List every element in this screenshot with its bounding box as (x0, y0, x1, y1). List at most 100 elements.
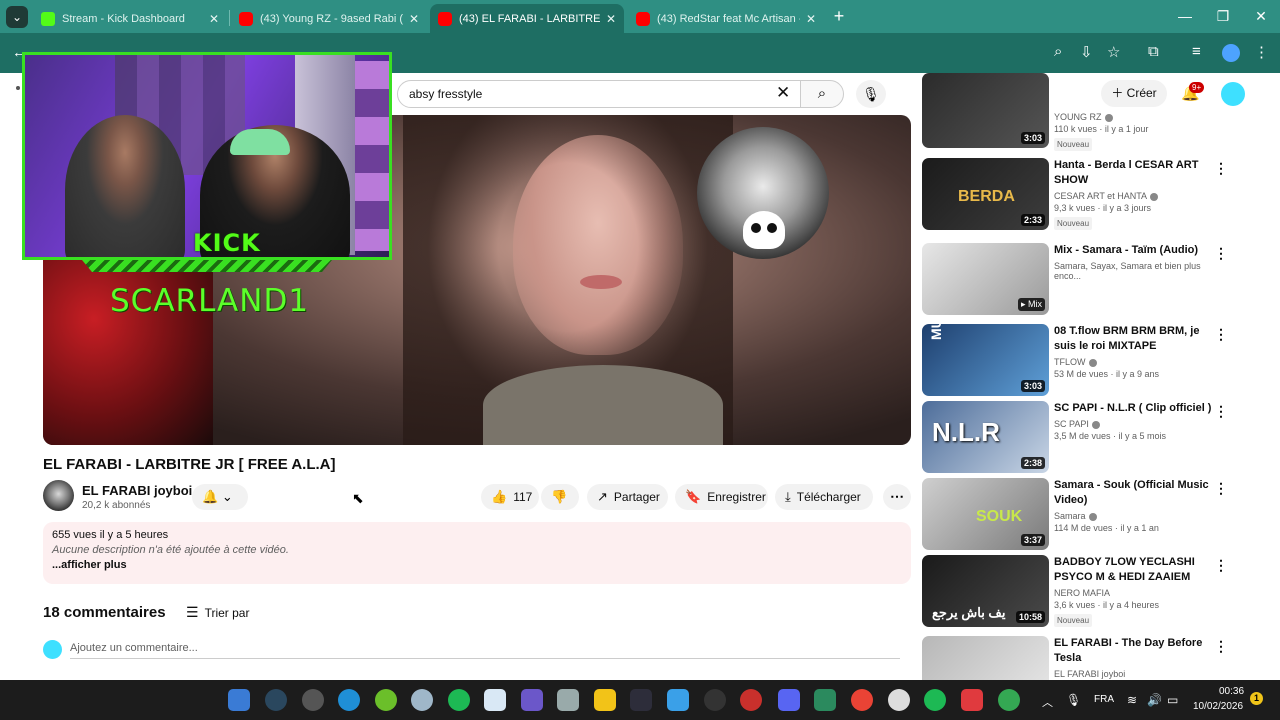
more-options-icon[interactable]: ⋮ (1214, 245, 1228, 262)
subscription-bell-button[interactable]: 🔔 ⌄ (192, 484, 248, 510)
more-options-icon[interactable]: ⋮ (1214, 160, 1228, 177)
volume-icon[interactable]: 🔊 (1147, 693, 1162, 707)
close-window-button[interactable]: ✕ (1242, 0, 1280, 33)
description-box[interactable]: 655 vues il y a 5 heures Aucune descript… (43, 522, 911, 584)
zoom-icon[interactable]: ⌕ (1054, 43, 1062, 60)
steam-icon[interactable] (265, 689, 287, 711)
maximize-button[interactable]: ❐ (1204, 0, 1242, 33)
app-red-square-icon[interactable] (961, 689, 983, 711)
browser-profile-avatar[interactable] (1222, 44, 1240, 62)
sort-comments-button[interactable]: ☰ Trier par (186, 604, 249, 621)
video-title[interactable]: Samara - Souk (Official Music Video) (1054, 478, 1214, 508)
more-actions-button[interactable]: ⋯ (883, 484, 911, 510)
menu-dot-icon[interactable] (16, 86, 20, 90)
chrome-profile-icon[interactable] (998, 689, 1020, 711)
install-app-icon[interactable]: ⇩ (1080, 43, 1093, 61)
more-options-icon[interactable]: ⋮ (1214, 480, 1228, 497)
tab-search-menu-button[interactable]: ⌄ (6, 6, 28, 28)
recommendation-item[interactable]: SOUK 3:37 Samara - Souk (Official Music … (922, 478, 1228, 550)
channel-name[interactable]: TFLOW (1054, 357, 1086, 367)
save-button[interactable]: 🔖 Enregistrer (675, 484, 768, 510)
obs-icon[interactable] (888, 689, 910, 711)
browser-tab-el-farabi[interactable]: (43) EL FARABI - LARBITRE JR [ ✕ (430, 4, 624, 33)
close-tab-icon[interactable]: ✕ (806, 12, 816, 26)
voice-search-button[interactable]: 🎙 (856, 80, 886, 108)
browser-tab-redstar[interactable]: (43) RedStar feat Mc Artisan - S ✕ (628, 4, 824, 33)
channel-name[interactable]: EL FARABI joyboi (82, 483, 192, 498)
like-button[interactable]: 👍 117 (481, 484, 539, 510)
chrome-icon[interactable] (851, 689, 873, 711)
video-thumbnail[interactable]: 3:03 (922, 73, 1049, 148)
bookmark-star-icon[interactable]: ☆ (1107, 43, 1120, 61)
channel-name[interactable]: EL FARABI joyboi (1054, 669, 1214, 679)
unreal-icon[interactable] (704, 689, 726, 711)
show-more-link[interactable]: ...afficher plus (52, 559, 902, 571)
channel-name[interactable]: Samara (1054, 511, 1086, 521)
add-comment-input[interactable]: Ajoutez un commentaire... (70, 642, 900, 659)
app-blue-icon[interactable] (667, 689, 689, 711)
spotify-icon-2[interactable] (924, 689, 946, 711)
browser-tab-young-rz[interactable]: (43) Young RZ - 9ased Rabi (Of ✕ (231, 4, 427, 33)
app-purple-icon[interactable] (521, 689, 543, 711)
recommendation-item[interactable]: 3:03 YOUNG RZ 110 k vues · il y a 1 jour… (922, 73, 1228, 151)
video-thumbnail[interactable]: N.L.R 2:38 (922, 401, 1049, 473)
recommendation-item[interactable]: ▸ Mix Mix - Samara - Taïm (Audio) Samara… (922, 243, 1228, 315)
account-avatar[interactable] (1221, 82, 1245, 106)
notification-icon[interactable]: 1 (1250, 692, 1263, 705)
more-options-icon[interactable]: ⋮ (1214, 403, 1228, 420)
windows-start-icon[interactable] (228, 689, 250, 711)
app-circle-icon[interactable] (411, 689, 433, 711)
download-button[interactable]: ⤓ Télécharger (775, 484, 873, 510)
clock-time[interactable]: 00:36 (1219, 686, 1244, 697)
wifi-icon[interactable]: ≋ (1127, 693, 1137, 707)
app-green-icon[interactable] (375, 689, 397, 711)
clock-date[interactable]: 10/02/2026 (1193, 701, 1243, 712)
spotify-icon[interactable] (448, 689, 470, 711)
channel-name[interactable]: SC PAPI (1054, 419, 1089, 429)
browser-menu-icon[interactable]: ⋮ (1254, 43, 1269, 61)
app-teal-icon[interactable] (814, 689, 836, 711)
video-title[interactable]: EL FARABI - The Day Before Tesla (1054, 636, 1214, 666)
close-tab-icon[interactable]: ✕ (409, 12, 419, 26)
new-tab-button[interactable]: + (829, 6, 849, 26)
clear-search-icon[interactable]: ✕ (776, 83, 790, 103)
tray-chevron-icon[interactable]: ︿ (1042, 694, 1053, 710)
video-title[interactable]: 08 T.flow BRM BRM BRM, je suis le roi MI… (1054, 324, 1214, 354)
video-thumbnail[interactable]: SOUK 3:37 (922, 478, 1049, 550)
app-red-icon[interactable] (740, 689, 762, 711)
file-explorer-icon[interactable] (594, 689, 616, 711)
video-thumbnail[interactable]: ▸ Mix (922, 243, 1049, 315)
recommendation-item[interactable]: يف باش يرجع 10:58 BADBOY 7LOW YECLASHI P… (922, 555, 1228, 627)
search-input[interactable]: absy fresstyle (397, 80, 801, 108)
channel-name[interactable]: YOUNG RZ (1054, 112, 1102, 122)
settings-icon[interactable] (302, 689, 324, 711)
video-title[interactable]: Mix - Samara - Taïm (Audio) (1054, 243, 1214, 258)
video-title[interactable]: BADBOY 7LOW YECLASHI PSYCO M & HEDI ZAAI… (1054, 555, 1214, 585)
calculator-icon[interactable] (557, 689, 579, 711)
channel-name[interactable]: NERO MAFIA (1054, 588, 1214, 598)
more-options-icon[interactable]: ⋮ (1214, 557, 1228, 574)
discord-icon[interactable] (778, 689, 800, 711)
edge-icon[interactable] (338, 689, 360, 711)
channel-name[interactable]: CESAR ART et HANTA (1054, 191, 1147, 201)
channel-avatar[interactable] (43, 480, 74, 511)
recommendation-item[interactable]: EL FARABI - The Day Before Tesla EL FARA… (922, 636, 1228, 680)
video-thumbnail[interactable]: يف باش يرجع 10:58 (922, 555, 1049, 627)
battery-icon[interactable]: ▭ (1167, 693, 1178, 707)
extensions-icon[interactable]: ⧉ (1148, 43, 1159, 60)
video-thumbnail[interactable]: BERDA 2:33 (922, 158, 1049, 230)
recommendation-item[interactable]: MUSIC 3:03 08 T.flow BRM BRM BRM, je sui… (922, 324, 1228, 396)
recommendation-item[interactable]: BERDA 2:33 Hanta - Berda l CESAR ART SHO… (922, 158, 1228, 230)
close-tab-icon[interactable]: ✕ (606, 12, 616, 26)
create-button[interactable]: ＋ Créer (1101, 80, 1167, 107)
video-title[interactable]: Hanta - Berda l CESAR ART SHOW (1054, 158, 1214, 188)
video-thumbnail[interactable]: MUSIC 3:03 (922, 324, 1049, 396)
share-button[interactable]: ↗ Partager (587, 484, 668, 510)
microphone-tray-icon[interactable]: 🎙 (1066, 693, 1081, 707)
davinci-icon[interactable] (630, 689, 652, 711)
photos-icon[interactable] (484, 689, 506, 711)
browser-tab-kick[interactable]: Stream - Kick Dashboard ✕ (33, 4, 227, 33)
recommendation-item[interactable]: N.L.R 2:38 SC PAPI - N.L.R ( Clip offici… (922, 401, 1228, 473)
more-options-icon[interactable]: ⋮ (1214, 638, 1228, 655)
video-thumbnail[interactable] (922, 636, 1049, 680)
